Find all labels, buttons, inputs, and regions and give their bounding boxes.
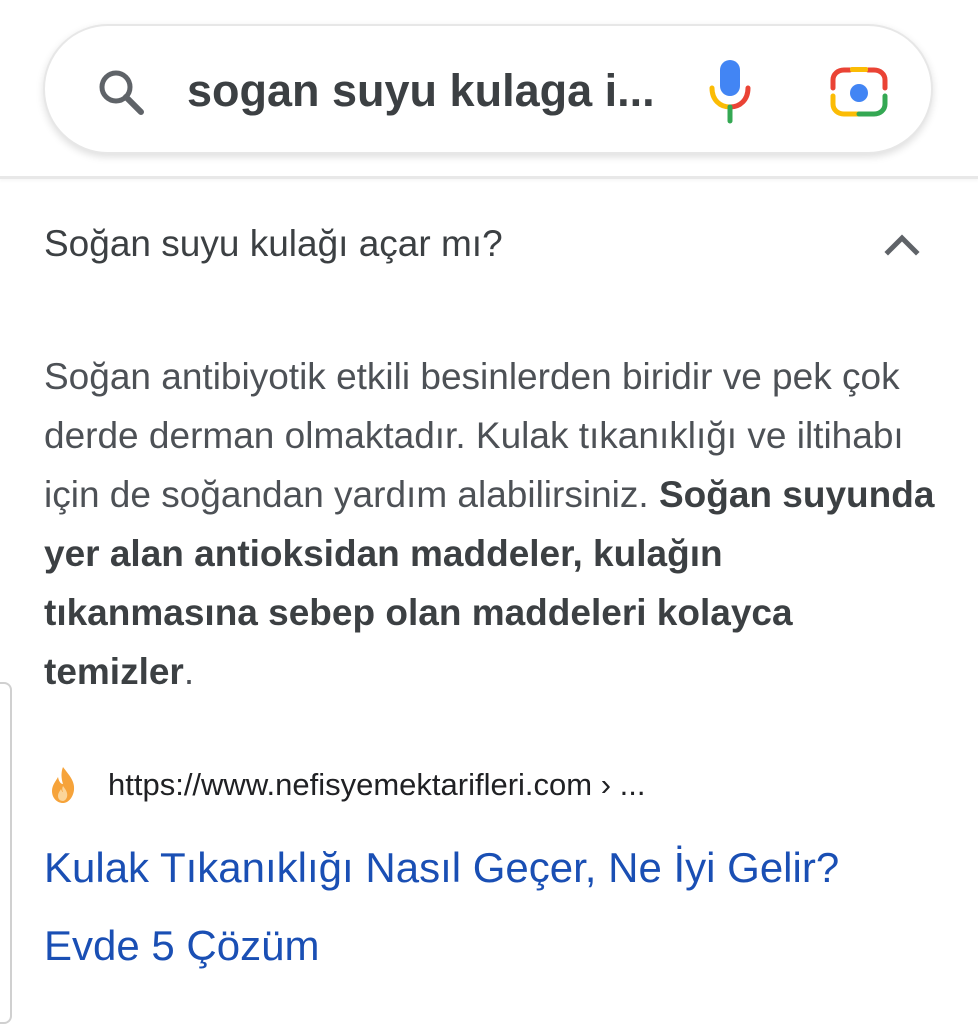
- camera-lens-icon[interactable]: [830, 66, 888, 118]
- microphone-icon[interactable]: [707, 58, 753, 124]
- result-title-link[interactable]: Kulak Tıkanıklığı Nasıl Geçer, Ne İyi Ge…: [44, 829, 944, 985]
- left-edge-panel-handle[interactable]: [0, 682, 12, 1024]
- faq-question[interactable]: Soğan suyu kulağı açar mı?: [44, 219, 503, 269]
- faq-answer: Soğan antibiyotik etkili besinlerden bir…: [44, 347, 944, 701]
- result-url[interactable]: https://www.nefisyemektarifleri.com › ..…: [108, 763, 645, 807]
- search-box[interactable]: sogan suyu kulaga i...: [43, 24, 933, 154]
- answer-end-punctuation: .: [183, 651, 195, 692]
- search-header: sogan suyu kulaga i...: [0, 0, 978, 179]
- search-results-page: sogan suyu kulaga i... Soğan suyu kulağı…: [0, 0, 978, 1024]
- result-source[interactable]: https://www.nefisyemektarifleri.com › ..…: [44, 760, 944, 810]
- faq-question-row[interactable]: Soğan suyu kulağı açar mı?: [0, 205, 978, 285]
- flame-favicon-icon: [52, 767, 75, 803]
- search-input[interactable]: sogan suyu kulaga i...: [187, 60, 657, 122]
- search-icon[interactable]: [95, 66, 147, 118]
- chevron-up-icon[interactable]: [883, 229, 921, 259]
